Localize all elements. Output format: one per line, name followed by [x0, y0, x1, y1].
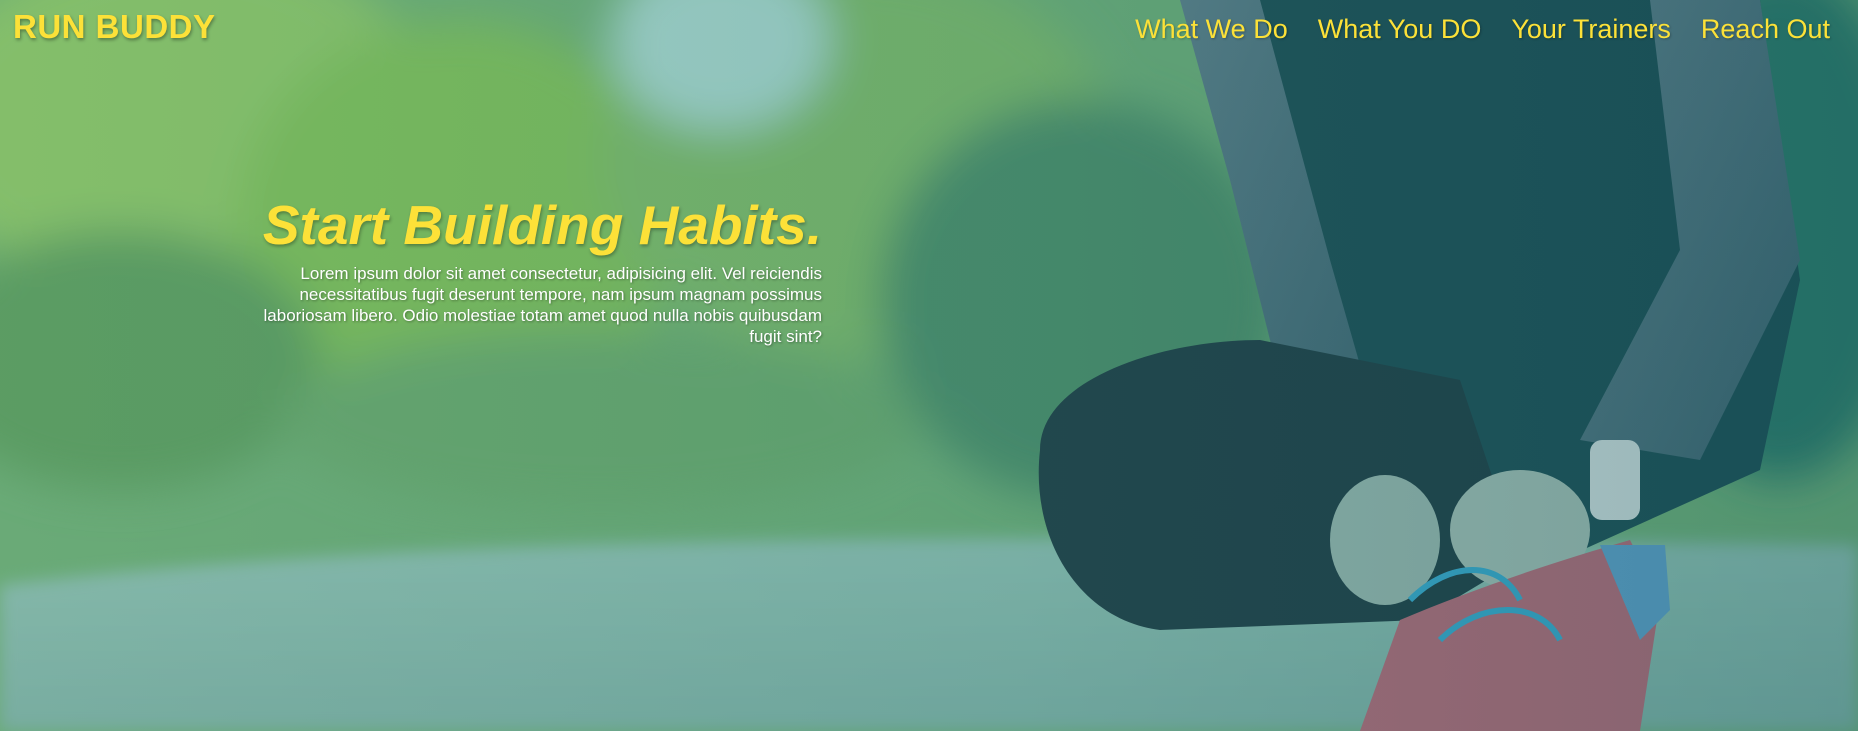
nav-link-your-trainers[interactable]: Your Trainers: [1511, 14, 1671, 45]
nav-link-reach-out[interactable]: Reach Out: [1701, 14, 1830, 45]
color-overlay: [0, 0, 1858, 731]
hero-intro: Start Building Habits. Lorem ipsum dolor…: [228, 198, 822, 347]
logo[interactable]: RUN BUDDY: [13, 8, 216, 46]
hero-body-text: Lorem ipsum dolor sit amet consectetur, …: [263, 264, 822, 346]
nav-link-what-you-do[interactable]: What You DO: [1318, 14, 1482, 45]
site-header: RUN BUDDY What We Do What You DO Your Tr…: [0, 0, 1858, 60]
hero-section: RUN BUDDY What We Do What You DO Your Tr…: [0, 0, 1858, 731]
main-nav: What We Do What You DO Your Trainers Rea…: [1135, 14, 1830, 45]
hero-title: Start Building Habits.: [262, 194, 822, 256]
nav-link-what-we-do[interactable]: What We Do: [1135, 14, 1288, 45]
